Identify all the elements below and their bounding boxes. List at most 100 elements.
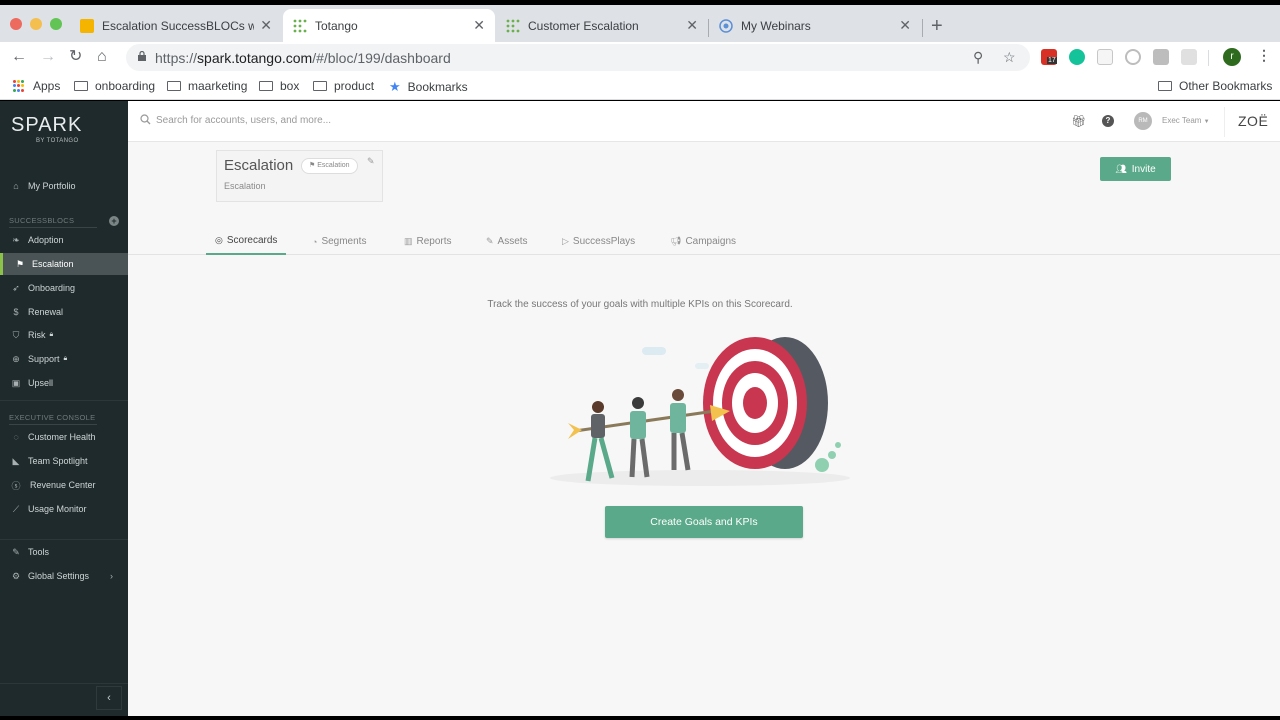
bloc-type-badge: ⚑ Escalation (301, 158, 358, 174)
cloud-shape (695, 363, 709, 369)
sidebar-item-global-settings[interactable]: ⚙ Global Settings › (0, 565, 128, 587)
sidebar-divider (0, 400, 128, 401)
minimize-window-button[interactable] (30, 18, 42, 30)
successblocs-header: SUCCESSBLOCS (9, 216, 75, 225)
wrench-icon: ✎ (12, 546, 20, 557)
scorecard-empty-message: Track the success of your goals with mul… (487, 299, 793, 310)
apps-grid-icon (13, 80, 25, 92)
calendar-extension-icon[interactable]: 17 (1041, 49, 1057, 65)
folder-icon (313, 81, 327, 91)
logo-subtitle: BY TOTANGO (36, 138, 79, 144)
folder-icon (74, 81, 88, 91)
chart-icon: ⟋ (12, 503, 20, 514)
bloc-tabs: ◎ Scorecards ◔ Segments ▥ Reports ✎ Assets ▷… (128, 228, 1280, 255)
tab-reports[interactable]: ▥ Reports (404, 228, 452, 255)
forward-icon[interactable]: → (40, 47, 56, 67)
team-selector[interactable]: Exec Team ▼ (1162, 116, 1210, 125)
bookmark-apps[interactable]: Apps (13, 79, 60, 93)
new-tab-button[interactable]: + (931, 16, 943, 36)
sidebar-item-upsell[interactable]: ▣ Upsell (0, 372, 128, 394)
bloc-info-card: Escalation ⚑ Escalation Escalation ✎ (216, 150, 383, 202)
browser-tab[interactable]: Escalation SuccessBLOCs web ✕ (70, 9, 282, 42)
slides-icon (80, 18, 94, 33)
plant-leaf (835, 442, 841, 448)
collapse-sidebar-button[interactable]: ‹ (96, 686, 122, 710)
close-tab-icon[interactable]: ✕ (260, 17, 272, 34)
create-goals-button[interactable]: Create Goals and KPIs (605, 506, 803, 538)
bookmark-star[interactable]: ★ Bookmarks (389, 79, 468, 95)
home-icon[interactable]: ⌂ (97, 47, 107, 67)
close-tab-icon[interactable]: ✕ (899, 17, 911, 34)
bloc-title[interactable]: Escalation (224, 157, 293, 174)
sidebar-item-customer-health[interactable]: ◌ Customer Health (0, 426, 128, 448)
close-window-button[interactable] (10, 18, 22, 30)
pencil-icon[interactable]: ✎ (367, 156, 375, 167)
browser-tab[interactable]: My Webinars ✕ (709, 9, 921, 42)
sidebar-item-adoption[interactable]: ❧ Adoption (0, 229, 128, 251)
tab-campaigns[interactable]: 📢︎ Campaigns (670, 228, 736, 255)
maximize-window-button[interactable] (50, 18, 62, 30)
zoe-assistant-button[interactable]: ZOË (1238, 113, 1268, 129)
user-avatar[interactable]: RM (1134, 112, 1152, 130)
sidebar-divider (0, 683, 128, 684)
browser-menu-icon[interactable]: ⋮ (1257, 47, 1271, 64)
b-extension-icon[interactable] (1097, 49, 1113, 65)
sidebar-item-my-portfolio[interactable]: ⌂ My Portfolio (0, 175, 128, 197)
webinar-icon (719, 18, 733, 33)
sidebar-item-tools[interactable]: ✎ Tools (0, 541, 128, 563)
tab-separator (922, 19, 923, 37)
screen-bottom-edge (0, 716, 1280, 720)
bookmark-folder[interactable]: onboarding (74, 79, 155, 93)
sidebar-item-escalation[interactable]: ⚑ Escalation (0, 253, 128, 275)
sidebar-item-risk[interactable]: ⛉ Risk 🔒︎ (0, 324, 128, 346)
person-body (630, 411, 646, 439)
add-bloc-icon[interactable]: + (109, 216, 119, 226)
browser-tab-strip: Escalation SuccessBLOCs web ✕ Totango ✕ … (0, 5, 1280, 42)
browser-tab-active[interactable]: Totango ✕ (283, 9, 495, 42)
tab-segments[interactable]: ◔ Segments (312, 228, 366, 255)
plant-leaf (815, 458, 829, 472)
cloud-shape (642, 347, 666, 355)
sidebar-item-team-spotlight[interactable]: ◣ Team Spotlight (0, 450, 128, 472)
reload-icon[interactable]: ↻ (69, 47, 82, 67)
profile-avatar[interactable]: r (1223, 48, 1241, 66)
person-body (591, 414, 605, 438)
bookmark-folder[interactable]: product (313, 79, 374, 93)
sidebar-item-usage-monitor[interactable]: ⟋ Usage Monitor (0, 498, 128, 520)
grammarly-extension-icon[interactable] (1069, 49, 1085, 65)
executive-console-header: EXECUTIVE CONSOLE (9, 413, 96, 422)
address-bar[interactable]: https://spark.totango.com/#/bloc/199/das… (126, 44, 1030, 71)
circle-extension-icon[interactable] (1125, 49, 1141, 65)
tab-successplays[interactable]: ▷ SuccessPlays (562, 228, 635, 255)
health-icon: ◌ (13, 432, 19, 442)
totango-icon (506, 19, 520, 33)
bookmark-folder[interactable]: maarketing (167, 79, 247, 93)
sidebar-item-onboarding[interactable]: ➶ Onboarding (0, 277, 128, 299)
plant-leaf (828, 451, 836, 459)
zoom-search-icon[interactable]: ⚲ (973, 49, 983, 66)
spotlight-icon: ◣ (12, 455, 20, 466)
other-bookmarks[interactable]: Other Bookmarks (1158, 79, 1272, 93)
bookmark-folder[interactable]: box (259, 79, 299, 93)
camera-extension-icon[interactable] (1181, 49, 1197, 65)
tab-scorecards[interactable]: ◎ Scorecards (206, 228, 287, 255)
revenue-icon: ⓢ (11, 480, 21, 491)
gift-icon[interactable]: 🎁︎ (1071, 114, 1086, 128)
sidebar-item-support[interactable]: ⊕ Support 🔒︎ (0, 348, 128, 370)
caret-down-icon: ▼ (1203, 119, 1210, 125)
top-header: 🎁︎ ? RM Exec Team ▼ ZOË (128, 101, 1280, 142)
home-icon: ⌂ (13, 181, 19, 191)
browser-tab[interactable]: Customer Escalation ✕ (496, 9, 708, 42)
tab-assets[interactable]: ✎ Assets (486, 228, 528, 255)
users-icon: 👥︎ (1115, 163, 1127, 174)
g-extension-icon[interactable] (1153, 49, 1169, 65)
close-tab-icon[interactable]: ✕ (473, 17, 485, 34)
sidebar-item-revenue-center[interactable]: ⓢ Revenue Center (0, 474, 128, 496)
bookmark-star-icon[interactable]: ☆ (1003, 49, 1016, 66)
back-icon[interactable]: ← (11, 47, 27, 67)
spark-logo[interactable]: SPARK (11, 114, 82, 137)
close-tab-icon[interactable]: ✕ (686, 17, 698, 34)
global-search-input[interactable] (156, 111, 556, 129)
help-icon[interactable]: ? (1102, 115, 1114, 127)
invite-button[interactable]: 👥︎ Invite (1100, 157, 1171, 181)
